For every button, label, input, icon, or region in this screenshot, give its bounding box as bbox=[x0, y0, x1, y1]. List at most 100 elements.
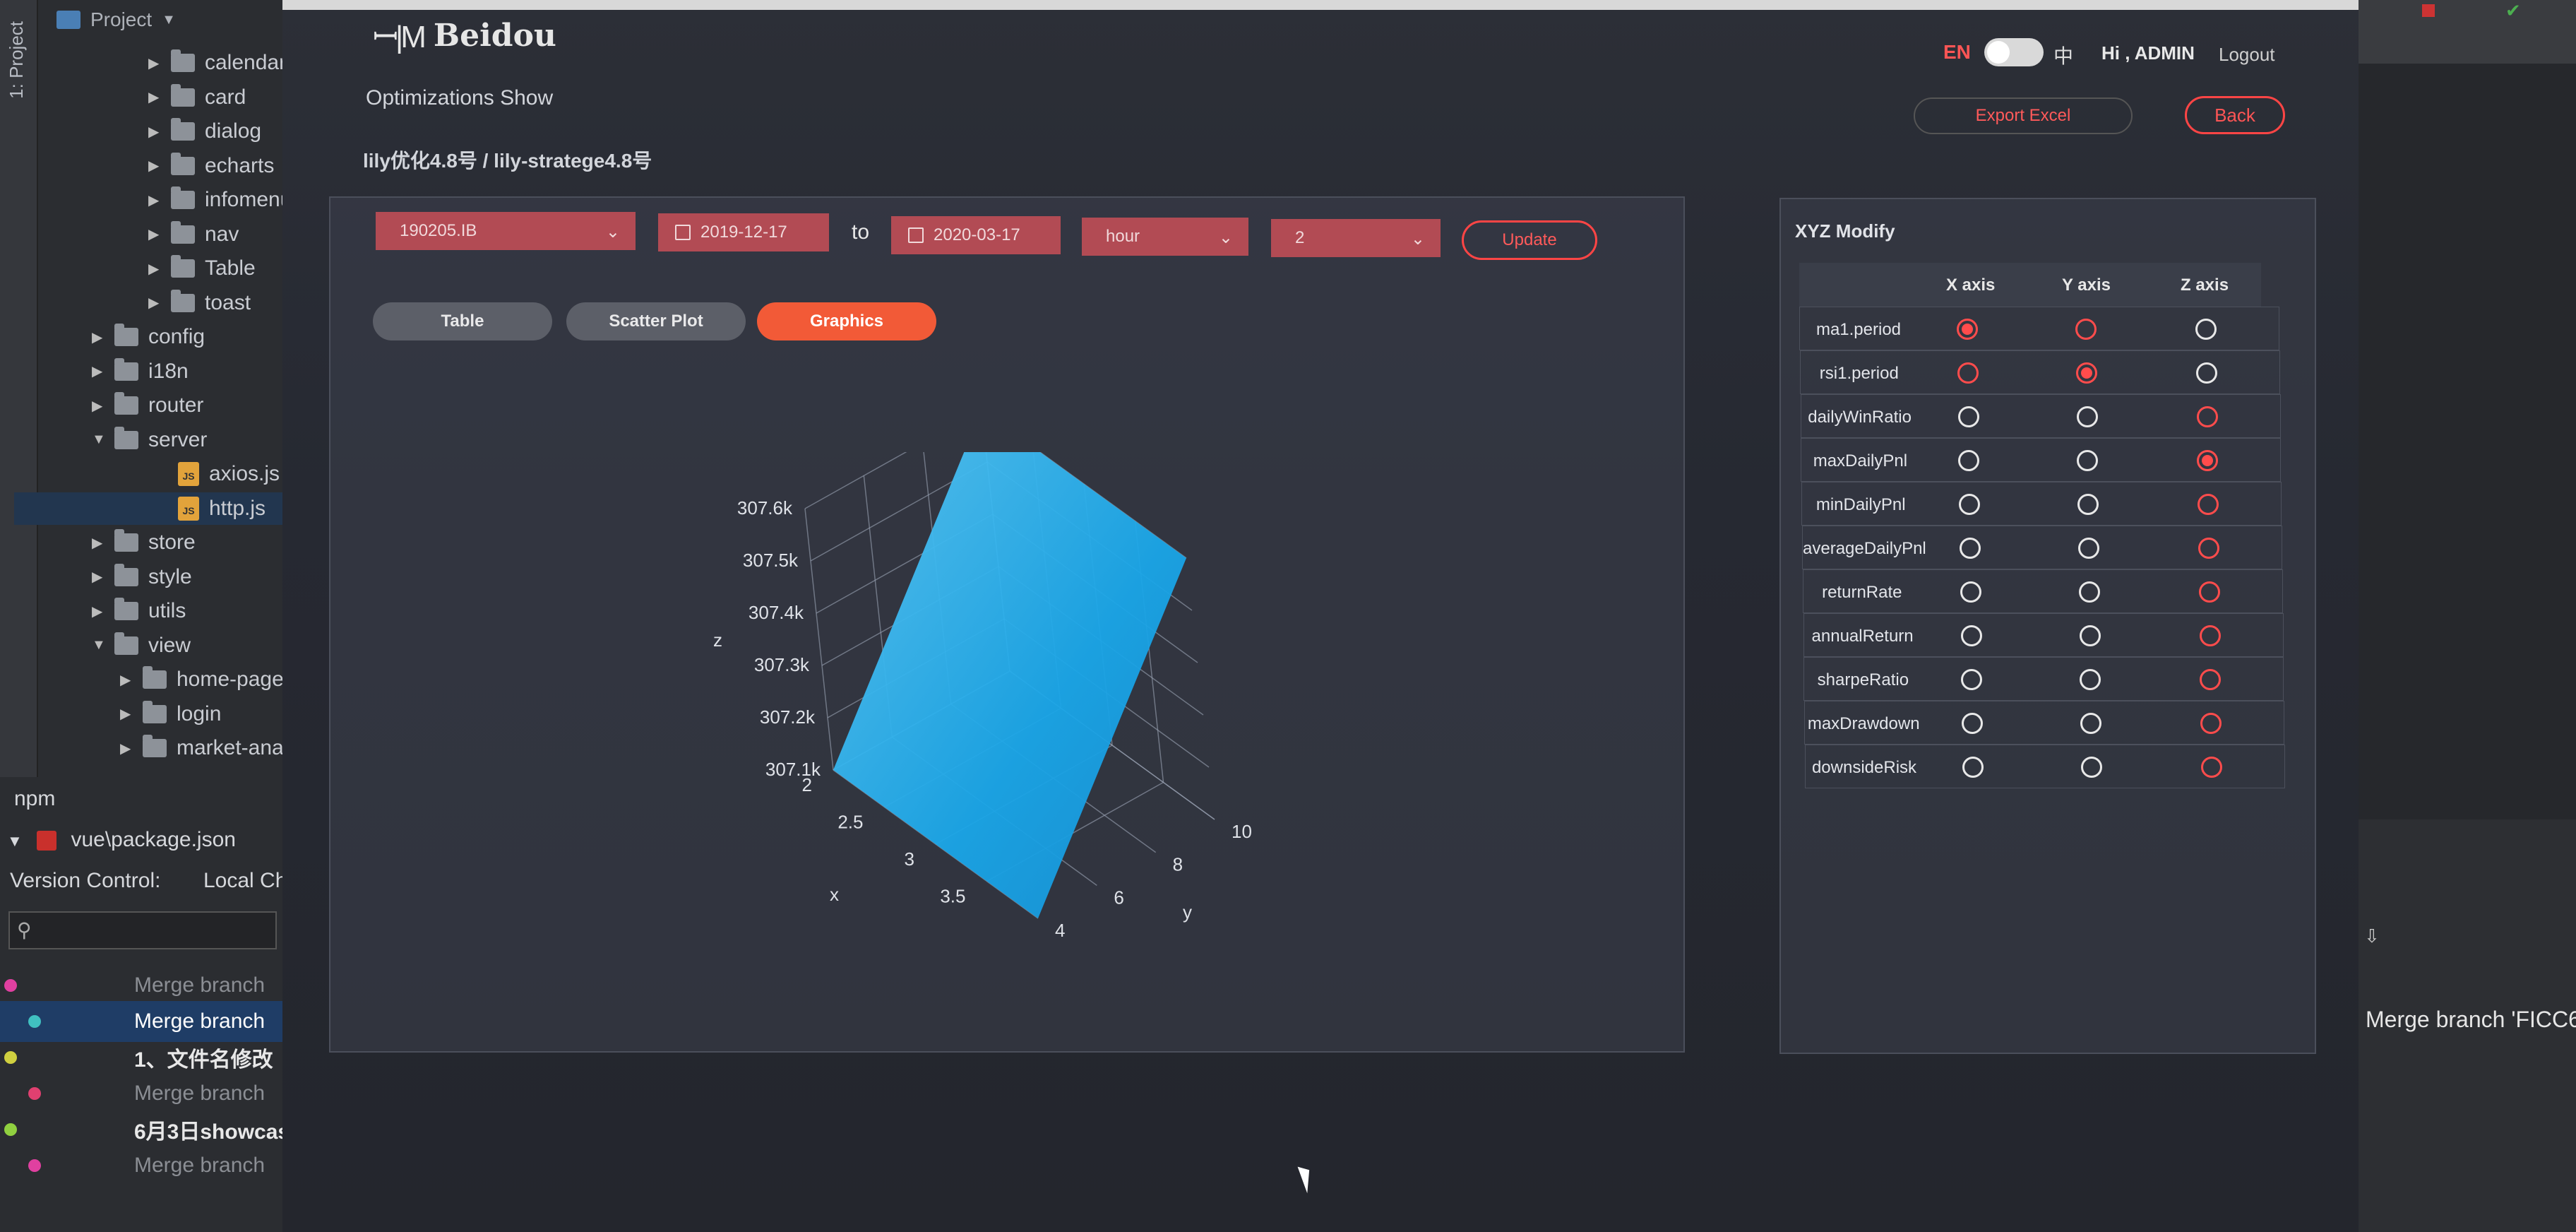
commit-row[interactable]: Merge branch bbox=[0, 965, 282, 1006]
y-axis-radio[interactable] bbox=[2080, 669, 2101, 690]
chevron-right-icon[interactable]: ▶ bbox=[148, 294, 161, 312]
tree-item-store[interactable]: ▶ store bbox=[92, 526, 196, 559]
vc-search-input[interactable]: ⚲ bbox=[8, 911, 277, 949]
commit-row[interactable]: 6月3日showcas bbox=[0, 1109, 282, 1150]
chevron-down-icon[interactable]: ▼ bbox=[92, 432, 106, 448]
chevron-right-icon[interactable]: ▶ bbox=[92, 534, 105, 552]
tree-item-infomenu[interactable]: ▶ infomenu bbox=[148, 184, 292, 216]
project-tool-tab[interactable]: 1: Project bbox=[6, 21, 28, 99]
tree-item-login[interactable]: ▶ login bbox=[120, 698, 221, 730]
x-axis-radio[interactable] bbox=[1959, 494, 1981, 515]
count-select[interactable]: 2 ⌄ bbox=[1271, 219, 1441, 257]
y-axis-radio[interactable] bbox=[2077, 450, 2099, 471]
tree-item-utils[interactable]: ▶ utils bbox=[92, 595, 186, 627]
y-axis-radio[interactable] bbox=[2075, 362, 2097, 384]
chevron-right-icon[interactable]: ▶ bbox=[92, 603, 105, 620]
instrument-select[interactable]: 190205.IB ⌄ bbox=[376, 212, 636, 250]
git-icon[interactable] bbox=[2422, 4, 2435, 17]
chevron-right-icon[interactable]: ▶ bbox=[148, 54, 161, 72]
z-axis-radio[interactable] bbox=[2197, 450, 2219, 471]
lang-en[interactable]: EN bbox=[1943, 41, 1971, 64]
interval-select[interactable]: hour ⌄ bbox=[1082, 218, 1248, 256]
z-axis-radio[interactable] bbox=[2201, 757, 2222, 778]
tree-item-server[interactable]: ▼ server bbox=[92, 424, 207, 456]
x-axis-radio[interactable] bbox=[1960, 625, 1982, 646]
chevron-right-icon[interactable]: ▶ bbox=[120, 671, 133, 689]
chevron-right-icon[interactable]: ▶ bbox=[148, 260, 161, 278]
commit-row[interactable]: Merge branch bbox=[0, 1001, 282, 1042]
tree-item-calendar[interactable]: ▶ calendar bbox=[148, 47, 286, 79]
tree-item-home-page[interactable]: ▶ home-page bbox=[120, 663, 284, 696]
lang-zh[interactable]: 中 bbox=[2053, 41, 2073, 69]
package-json-item[interactable]: ▼ vue\package.json bbox=[7, 828, 236, 852]
x-axis-radio[interactable] bbox=[1960, 538, 1981, 559]
tree-item-config[interactable]: ▶ config bbox=[92, 321, 205, 353]
chevron-right-icon[interactable]: ▶ bbox=[148, 225, 161, 243]
tree-item-http-js[interactable]: JS http.js bbox=[14, 492, 311, 525]
z-axis-radio[interactable] bbox=[2198, 494, 2219, 515]
end-date-picker[interactable]: 2020-03-17 bbox=[891, 216, 1061, 254]
y-axis-radio[interactable] bbox=[2075, 319, 2097, 340]
tree-item-axios-js[interactable]: JS axios.js bbox=[155, 458, 280, 490]
download-icon[interactable]: ⇩ bbox=[2364, 925, 2380, 947]
chevron-right-icon[interactable]: ▶ bbox=[120, 705, 133, 723]
x-axis-radio[interactable] bbox=[1962, 713, 1984, 734]
tab-table[interactable]: Table bbox=[373, 302, 552, 340]
logout-link[interactable]: Logout bbox=[2219, 44, 2275, 66]
commit-row[interactable]: Merge branch bbox=[0, 1145, 282, 1186]
tree-item-view[interactable]: ▼ view bbox=[92, 629, 191, 662]
npm-label[interactable]: npm bbox=[14, 787, 55, 811]
chevron-right-icon[interactable]: ▶ bbox=[92, 362, 105, 380]
surface-plane[interactable] bbox=[833, 452, 1186, 918]
y-axis-radio[interactable] bbox=[2078, 581, 2100, 603]
chevron-right-icon[interactable]: ▶ bbox=[120, 740, 133, 757]
tree-item-dialog[interactable]: ▶ dialog bbox=[148, 115, 261, 148]
tree-item-table[interactable]: ▶ Table bbox=[148, 252, 256, 285]
export-excel-button[interactable]: Export Excel bbox=[1914, 97, 2133, 134]
x-axis-radio[interactable] bbox=[1957, 406, 1979, 427]
z-axis-radio[interactable] bbox=[2200, 713, 2222, 734]
update-button[interactable]: Update bbox=[1462, 220, 1597, 260]
right-commit-text[interactable]: Merge branch 'FICC67 bbox=[2366, 1007, 2576, 1033]
back-button[interactable]: Back bbox=[2185, 96, 2285, 134]
x-axis-radio[interactable] bbox=[1957, 319, 1978, 340]
y-axis-radio[interactable] bbox=[2078, 538, 2099, 559]
surface-chart[interactable]: 307.1k 307.2k 307.3k 307.4k 307.5k 307.6k 2 2.5… bbox=[678, 452, 1313, 961]
x-axis-radio[interactable] bbox=[1957, 362, 1979, 384]
chevron-right-icon[interactable]: ▶ bbox=[148, 88, 161, 106]
chevron-right-icon[interactable]: ▶ bbox=[148, 191, 161, 209]
z-axis-radio[interactable] bbox=[2195, 362, 2217, 384]
x-axis-radio[interactable] bbox=[1961, 669, 1983, 690]
chevron-right-icon[interactable]: ▶ bbox=[92, 397, 105, 415]
tree-item-market-ana[interactable]: ▶ market-ana bbox=[120, 732, 284, 764]
y-axis-radio[interactable] bbox=[2080, 713, 2102, 734]
tree-item-card[interactable]: ▶ card bbox=[148, 81, 246, 114]
chevron-right-icon[interactable]: ▶ bbox=[148, 123, 161, 141]
y-axis-radio[interactable] bbox=[2079, 625, 2101, 646]
tree-item-echarts[interactable]: ▶ echarts bbox=[148, 150, 274, 182]
z-axis-radio[interactable] bbox=[2198, 538, 2219, 559]
chevron-right-icon[interactable]: ▶ bbox=[92, 328, 105, 346]
local-changes-tab[interactable]: Local Ch bbox=[203, 869, 287, 893]
chevron-right-icon[interactable]: ▶ bbox=[92, 568, 105, 586]
commit-row[interactable]: 1、文件名修改 bbox=[0, 1037, 282, 1078]
z-axis-radio[interactable] bbox=[2200, 669, 2222, 690]
z-axis-radio[interactable] bbox=[2199, 625, 2221, 646]
check-icon[interactable]: ✔ bbox=[2505, 0, 2521, 22]
chevron-down-icon[interactable]: ▼ bbox=[162, 12, 176, 28]
tab-graphics[interactable]: Graphics bbox=[757, 302, 936, 340]
z-axis-radio[interactable] bbox=[2195, 319, 2217, 340]
x-axis-radio[interactable] bbox=[1962, 757, 1984, 778]
y-axis-radio[interactable] bbox=[2081, 757, 2102, 778]
z-axis-radio[interactable] bbox=[2198, 581, 2220, 603]
tree-item-i18n[interactable]: ▶ i18n bbox=[92, 355, 189, 388]
start-date-picker[interactable]: 2019-12-17 bbox=[658, 213, 829, 251]
language-toggle[interactable] bbox=[1984, 38, 2044, 66]
commit-row[interactable]: Merge branch bbox=[0, 1073, 282, 1114]
chevron-down-icon[interactable]: ▼ bbox=[92, 637, 106, 653]
tree-item-toast[interactable]: ▶ toast bbox=[148, 287, 251, 319]
y-axis-radio[interactable] bbox=[2076, 406, 2098, 427]
chevron-right-icon[interactable]: ▶ bbox=[148, 157, 161, 174]
tab-scatter-plot[interactable]: Scatter Plot bbox=[566, 302, 746, 340]
y-axis-radio[interactable] bbox=[2077, 494, 2099, 515]
